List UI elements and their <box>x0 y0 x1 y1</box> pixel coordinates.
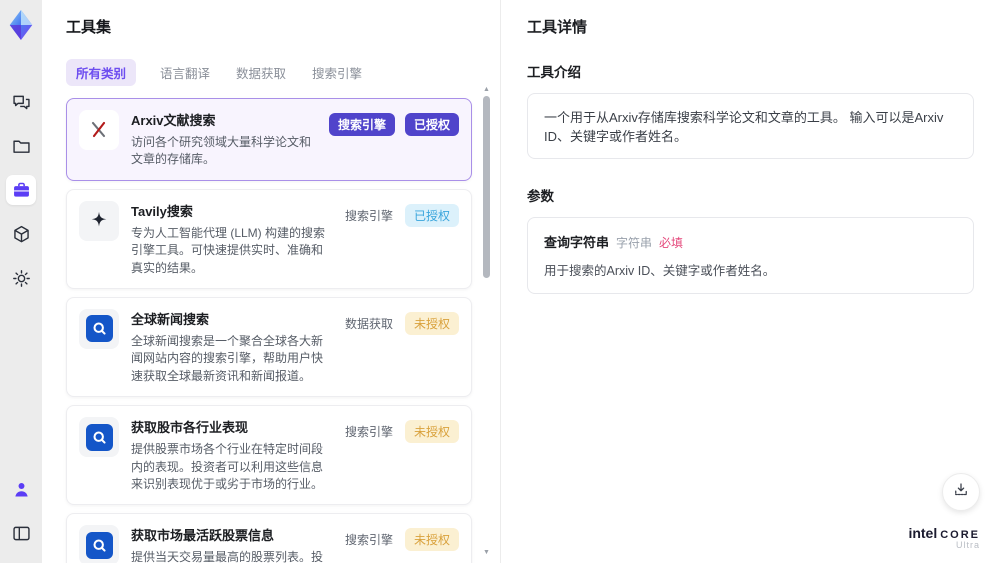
tool-detail-panel: 工具详情 工具介绍 一个用于从Arxiv存储库搜索科学论文和文章的工具。 输入可… <box>500 0 1000 563</box>
tool-card[interactable]: Arxiv文献搜索 访问各个研究领域大量科学论文和文章的存储库。 搜索引擎 已授… <box>66 98 472 181</box>
cube-icon <box>11 224 32 245</box>
tool-auth-badge: 未授权 <box>404 311 459 335</box>
scrollbar-thumb[interactable] <box>483 96 490 278</box>
ultra-wordmark: Ultra <box>955 540 980 551</box>
tab-data-acquisition[interactable]: 数据获取 <box>234 59 288 86</box>
tool-card-meta: 搜索引擎 已授权 <box>343 201 459 277</box>
tool-category-badge: 搜索引擎 <box>344 208 393 223</box>
param-required-badge: 必填 <box>659 236 684 250</box>
tool-auth-badge: 已授权 <box>404 113 459 136</box>
tool-card-body: Tavily搜索 专为人工智能代理 (LLM) 构建的搜索引擎工具。可快速提供实… <box>131 201 331 277</box>
panel-icon <box>11 523 32 544</box>
main-content: 工具集 所有类别 语言翻译 数据获取 搜索引擎 Arxiv文献搜索 访问各个研究… <box>42 0 1000 563</box>
tool-card[interactable]: 获取股市各行业表现 提供股票市场各个行业在特定时间段内的表现。投资者可以利用这些… <box>66 405 472 506</box>
page-title: 工具集 <box>66 19 112 36</box>
sidebar-item-settings[interactable] <box>6 263 36 293</box>
sidebar-item-packages[interactable] <box>6 219 36 249</box>
tool-card-meta: 搜索引擎 未授权 <box>343 525 459 563</box>
sidebar-item-tools[interactable] <box>6 175 36 205</box>
scroll-down-icon[interactable]: ▼ <box>482 549 491 557</box>
qblue-icon <box>79 417 119 458</box>
chat-icon <box>11 92 32 113</box>
param-description: 用于搜索的Arxiv ID、关键字或作者姓名。 <box>544 264 776 278</box>
intro-heading: 工具介绍 <box>527 65 581 80</box>
tool-list: Arxiv文献搜索 访问各个研究领域大量科学论文和文章的存储库。 搜索引擎 已授… <box>66 98 472 563</box>
tool-card-body: 获取市场最活跃股票信息 提供当天交易量最高的股票列表。投资者可以利用这些信息来识… <box>131 525 331 563</box>
tool-auth-badge: 未授权 <box>404 420 459 444</box>
tool-description: 提供股票市场各个行业在特定时间段内的表现。投资者可以利用这些信息来识别表现优于或… <box>131 442 324 491</box>
tool-name: Tavily搜索 <box>131 203 193 219</box>
sidebar-item-chat[interactable] <box>6 87 36 117</box>
sidebar-item-account[interactable] <box>6 474 36 504</box>
intel-wordmark: intel <box>908 524 938 541</box>
sidebar-item-files[interactable] <box>6 131 36 161</box>
tool-description: 提供当天交易量最高的股票列表。投资者可以利用这些信息来识别流动性强的股票和潜在的… <box>131 550 324 563</box>
tool-card-body: Arxiv文献搜索 访问各个研究领域大量科学论文和文章的存储库。 <box>131 110 317 169</box>
qblue-icon <box>79 525 119 563</box>
app-rail <box>0 0 42 563</box>
list-scrollbar: ▲ ▼ <box>482 86 491 557</box>
tool-name: 获取市场最活跃股票信息 <box>131 528 275 544</box>
param-card: 查询字符串 字符串 必填 用于搜索的Arxiv ID、关键字或作者姓名。 <box>527 217 974 294</box>
tool-category-badge: 搜索引擎 <box>328 113 395 136</box>
tool-intro-text: 一个用于从Arxiv存储库搜索科学论文和文章的工具。 输入可以是Arxiv ID… <box>527 93 974 159</box>
tool-card-body: 全球新闻搜索 全球新闻搜索是一个聚合全球各大新闻网站内容的搜索引擎，帮助用户快速… <box>131 309 331 385</box>
folder-icon <box>11 136 32 157</box>
tool-category-badge: 搜索引擎 <box>344 425 393 440</box>
tool-auth-badge: 未授权 <box>404 528 459 552</box>
core-wordmark: CORE <box>940 528 980 541</box>
tool-name: 全球新闻搜索 <box>131 311 210 327</box>
tool-description: 全球新闻搜索是一个聚合全球各大新闻网站内容的搜索引擎，帮助用户快速获取全球最新资… <box>131 333 324 383</box>
tool-card[interactable]: 获取市场最活跃股票信息 提供当天交易量最高的股票列表。投资者可以利用这些信息来识… <box>66 513 472 563</box>
tool-auth-badge: 已授权 <box>404 203 459 227</box>
tool-card-meta: 数据获取 未授权 <box>343 309 459 385</box>
tool-category-badge: 数据获取 <box>344 316 393 331</box>
tool-name: 获取股市各行业表现 <box>131 420 249 436</box>
tab-search-engine[interactable]: 搜索引擎 <box>310 59 364 86</box>
tool-card-body: 获取股市各行业表现 提供股票市场各个行业在特定时间段内的表现。投资者可以利用这些… <box>131 417 331 493</box>
user-icon <box>11 479 32 500</box>
qblue-icon <box>79 308 119 349</box>
scroll-up-icon[interactable]: ▲ <box>482 86 491 94</box>
tool-description: 访问各个研究领域大量科学论文和文章的存储库。 <box>131 135 312 167</box>
tool-card-meta: 搜索引擎 已授权 <box>328 110 459 169</box>
download-icon <box>952 481 970 504</box>
detail-title: 工具详情 <box>527 19 588 36</box>
download-button[interactable] <box>942 473 980 511</box>
arxiv-icon <box>79 110 119 150</box>
params-heading: 参数 <box>527 189 554 204</box>
category-tabs: 所有类别 语言翻译 数据获取 搜索引擎 <box>66 59 472 86</box>
tab-language-translation[interactable]: 语言翻译 <box>158 59 212 86</box>
intel-core-logo: intel CORE Ultra <box>908 524 980 551</box>
tool-card[interactable]: Tavily搜索 专为人工智能代理 (LLM) 构建的搜索引擎工具。可快速提供实… <box>66 188 472 289</box>
gear-icon <box>11 268 32 289</box>
param-type: 字符串 <box>616 236 653 250</box>
tool-list-panel: 工具集 所有类别 语言翻译 数据获取 搜索引擎 Arxiv文献搜索 访问各个研究… <box>42 0 500 563</box>
tool-card[interactable]: 全球新闻搜索 全球新闻搜索是一个聚合全球各大新闻网站内容的搜索引擎，帮助用户快速… <box>66 296 472 398</box>
param-head: 查询字符串 字符串 必填 <box>544 232 957 251</box>
star-icon <box>79 200 119 241</box>
briefcase-icon <box>11 180 32 201</box>
tab-all-categories[interactable]: 所有类别 <box>66 59 137 86</box>
tool-name: Arxiv文献搜索 <box>131 113 216 128</box>
app-logo-icon[interactable] <box>6 8 36 42</box>
tool-card-meta: 搜索引擎 未授权 <box>343 417 459 493</box>
tool-category-badge: 搜索引擎 <box>344 533 393 548</box>
param-name: 查询字符串 <box>544 235 610 250</box>
sidebar-item-collapse[interactable] <box>6 518 36 548</box>
tool-description: 专为人工智能代理 (LLM) 构建的搜索引擎工具。可快速提供实时、准确和真实的结… <box>131 225 326 275</box>
